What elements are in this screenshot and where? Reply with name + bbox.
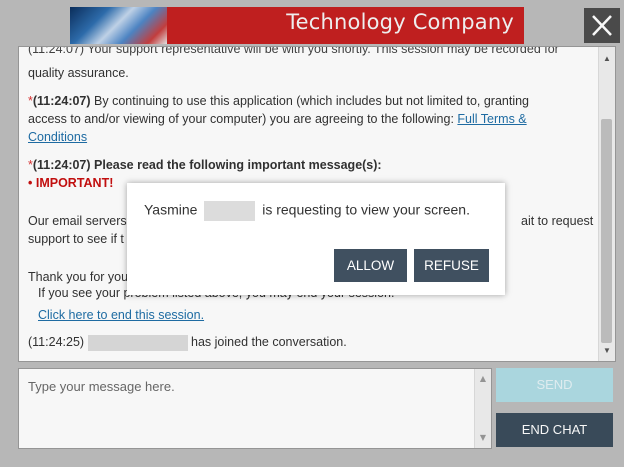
refuse-button[interactable]: REFUSE [414, 249, 489, 282]
request-text: is requesting to view your screen. [262, 201, 470, 218]
request-message: Yasmine is requesting to view your scree… [144, 201, 470, 221]
screen-share-request-dialog: Yasmine is requesting to view your scree… [127, 183, 505, 295]
modal-overlay: Yasmine is requesting to view your scree… [0, 0, 624, 467]
allow-button[interactable]: ALLOW [334, 249, 407, 282]
redacted-surname [204, 201, 256, 221]
requester-name: Yasmine [144, 201, 198, 218]
chat-window: Technology Company (11:24:07) Your suppo… [0, 0, 624, 467]
